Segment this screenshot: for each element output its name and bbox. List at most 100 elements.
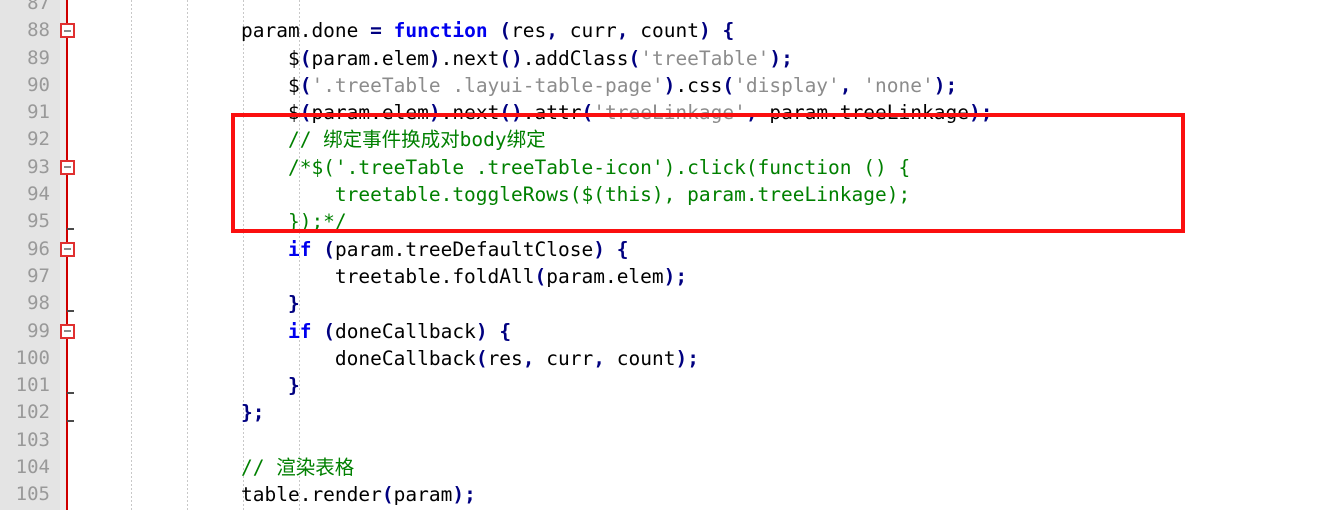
code-token-plain: param.done <box>241 19 371 43</box>
code-line[interactable]: treetable.toggleRows($(this), param.tree… <box>66 181 992 208</box>
code-token-plain: res <box>511 19 547 43</box>
line-number-column: 87 88 89 90 91 92 93 94 95 96 97 98 99 100 101 102 103 10… <box>0 0 56 509</box>
code-line[interactable]: param.done = function (res, curr, count)… <box>66 17 992 44</box>
code-line[interactable]: // 绑定事件换成对body绑定 <box>66 126 992 153</box>
code-token-plain: curr <box>534 346 594 370</box>
code-token-plain: $ <box>241 101 300 125</box>
code-token-comment: // 绑定事件换成对body绑定 <box>241 128 546 152</box>
line-number: 94 <box>27 183 50 206</box>
code-token-punc: ); <box>663 264 688 288</box>
code-token-punc: ( <box>299 73 312 97</box>
code-token-punc: ( <box>722 73 735 97</box>
code-token-kw: if <box>287 319 312 343</box>
code-token-punc: ) <box>663 73 676 97</box>
line-number: 105 <box>15 483 50 506</box>
code-line[interactable] <box>66 427 992 454</box>
code-text-layer[interactable]: param.done = function ( res, curr, count)… <box>66 0 992 509</box>
code-line[interactable]: $('.treeTable .layui-table-page').css('d… <box>66 72 992 99</box>
fold-toggle-icon[interactable] <box>60 159 75 175</box>
code-token-plain: param.elem <box>311 46 429 70</box>
line-number: 103 <box>15 428 50 451</box>
code-line[interactable]: treetable.foldAll(param.elem); <box>66 263 992 290</box>
code-token-str: 'display' <box>734 73 840 97</box>
code-token-punc: } <box>287 374 300 398</box>
code-token-punc: = <box>370 19 382 43</box>
code-line[interactable]: }; <box>66 399 992 426</box>
code-token-punc: ); <box>452 483 476 507</box>
code-token-punc: , <box>616 19 629 43</box>
line-number: 99 <box>27 319 50 342</box>
code-token-punc: ( <box>581 101 594 125</box>
code-token-punc: ( <box>628 46 641 70</box>
code-token-plain: param.elem <box>546 264 664 288</box>
code-line[interactable] <box>66 0 992 17</box>
fold-toggle-icon[interactable] <box>60 23 75 39</box>
code-token-plain: count <box>605 346 676 370</box>
code-token-kw: function <box>393 19 488 43</box>
code-token-punc: ( <box>475 346 488 370</box>
code-line[interactable]: } <box>66 290 992 317</box>
code-token-plain: doneCallback <box>241 346 476 370</box>
code-token-punc: , <box>522 346 535 370</box>
code-line[interactable]: // 渲染表格 <box>66 454 992 481</box>
code-token-punc: ( <box>299 46 312 70</box>
code-line[interactable]: if (param.treeDefaultClose) { <box>66 236 992 263</box>
fold-toggle-icon[interactable] <box>60 241 75 257</box>
code-token-plain: treetable.foldAll <box>241 264 535 288</box>
code-token-punc: ( <box>323 237 335 261</box>
code-token-comment: /*$('.treeTable .treeTable-icon').click(… <box>241 155 911 179</box>
code-token-plain: param <box>393 483 453 507</box>
line-number: 89 <box>27 46 50 69</box>
code-line[interactable]: } <box>66 372 992 399</box>
code-content-area[interactable]: param.done = function ( res, curr, count)… <box>66 0 1337 510</box>
code-line[interactable]: });*/ <box>66 208 992 235</box>
code-token-punc: ); <box>933 73 958 97</box>
code-token-plain: .addClass <box>522 46 629 70</box>
code-token-plain: $ <box>241 46 300 70</box>
line-number: 93 <box>27 155 50 178</box>
line-number: 98 <box>27 292 50 315</box>
line-number: 91 <box>27 101 50 124</box>
code-token-plain: doneCallback <box>334 319 476 343</box>
code-token-punc: , <box>839 73 852 97</box>
code-token-comment: });*/ <box>241 210 347 234</box>
code-line[interactable]: /*$('.treeTable .treeTable-icon').click(… <box>66 154 992 181</box>
code-token-kw: if <box>287 237 312 261</box>
code-token-comment: // 渲染表格 <box>241 456 355 480</box>
code-token-punc: ); <box>769 46 793 70</box>
code-token-punc: ) <box>475 319 488 343</box>
code-token-punc: ( <box>323 319 335 343</box>
code-token-punc: }; <box>241 401 265 425</box>
line-number: 104 <box>15 456 50 479</box>
fold-region-end-tick <box>67 228 74 231</box>
code-line[interactable]: $(param.elem).next().attr('treeLinkage',… <box>66 99 992 126</box>
code-token-str: 'treeLinkage' <box>593 101 746 125</box>
code-line[interactable]: table.render(param); <box>66 481 992 508</box>
code-editor[interactable]: 87 88 89 90 91 92 93 94 95 96 97 98 99 100 101 102 103 10… <box>0 0 1337 510</box>
code-token-plain: table.render <box>241 483 382 507</box>
line-number: 88 <box>27 19 50 42</box>
line-number: 87 <box>27 0 50 14</box>
code-line[interactable]: doneCallback(res, curr, count); <box>66 345 992 372</box>
code-token-plain: .next <box>440 46 500 70</box>
line-number: 97 <box>27 264 50 287</box>
fold-toggle-icon[interactable] <box>60 323 75 339</box>
code-token-punc: { <box>616 237 629 261</box>
code-line[interactable]: $(param.elem).next().addClass('treeTable… <box>66 45 992 72</box>
code-token-punc: , <box>745 101 758 125</box>
code-token-plain: count <box>628 19 699 43</box>
fold-region-end-tick <box>67 392 74 395</box>
code-line[interactable]: if (doneCallback) { <box>66 318 992 345</box>
code-token-punc: { <box>499 319 512 343</box>
fold-region-end-tick <box>67 419 74 422</box>
code-token-punc: ) <box>428 46 441 70</box>
code-token-punc: } <box>287 292 300 316</box>
